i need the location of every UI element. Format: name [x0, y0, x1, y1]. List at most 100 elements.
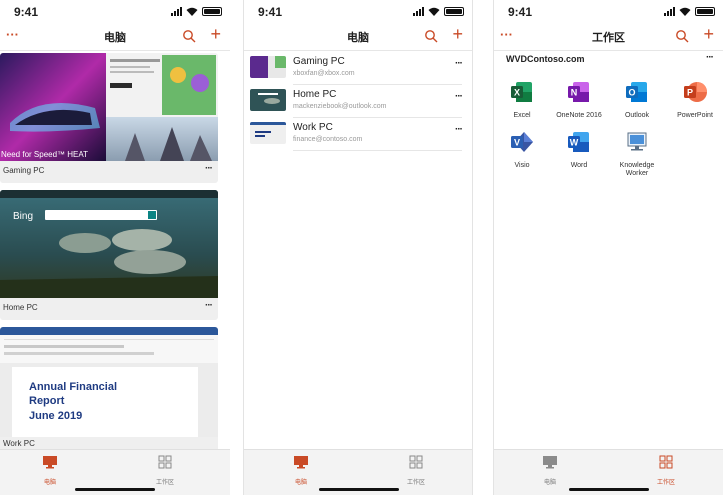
monitor-icon — [43, 456, 57, 469]
divider — [244, 50, 472, 51]
tab-pc[interactable]: 电脑 — [271, 455, 331, 486]
search-icon[interactable] — [675, 29, 689, 43]
pc-name: Gaming PC — [293, 56, 345, 67]
signal-icon — [664, 7, 675, 16]
app-label: PowerPoint — [677, 112, 713, 119]
app-powerpoint[interactable]: P PowerPoint — [667, 80, 723, 120]
tab-workspace[interactable]: 工作区 — [386, 455, 446, 486]
pc-card-gaming[interactable]: Need for Speed™ HEAT Gaming PC ··· — [0, 53, 218, 183]
tab-pc[interactable]: 电脑 — [20, 455, 80, 486]
tab-label: 电脑 — [43, 480, 56, 486]
status-bar: 9:41 — [244, 0, 472, 24]
pc-card-work[interactable]: Annual Financial Report June 2019 Work P… — [0, 327, 218, 453]
work-mini-thumbnail — [250, 122, 286, 144]
tab-label: 工作区 — [155, 480, 174, 486]
svg-text:W: W — [570, 138, 579, 148]
pc-name: Work PC — [293, 122, 333, 133]
card-caption: Home PC ··· — [0, 298, 218, 320]
add-button[interactable]: + — [452, 25, 463, 43]
phone-workspace: 9:41 ··· 工作区 + WVDContoso.com ··· X Exce… — [493, 0, 723, 495]
wifi-icon — [186, 7, 198, 16]
status-time: 9:41 — [258, 5, 283, 19]
status-bar: 9:41 — [0, 0, 230, 24]
nav-bar: ··· 工作区 + — [494, 24, 723, 50]
tab-workspace[interactable]: 工作区 — [636, 455, 696, 486]
divider — [494, 50, 723, 51]
add-button[interactable]: + — [703, 25, 714, 43]
doc-heading-line-1: Annual Financial — [29, 381, 117, 393]
home-indicator — [319, 488, 399, 491]
app-word[interactable]: W Word — [551, 130, 607, 170]
gaming-mini-thumbnail — [250, 56, 286, 78]
powerpoint-icon: P — [684, 82, 707, 102]
app-excel[interactable]: X Excel — [494, 80, 550, 120]
divider — [0, 50, 230, 51]
card-more-button[interactable]: ··· — [205, 163, 213, 174]
svg-text:P: P — [687, 88, 693, 98]
pc-card-home[interactable]: Bing Home PC ··· — [0, 190, 218, 320]
app-label: Excel — [513, 112, 531, 119]
row-divider — [293, 150, 462, 151]
visio-icon: V — [511, 132, 533, 152]
desktop-icon — [627, 132, 647, 151]
app-visio[interactable]: V Visio — [494, 130, 550, 170]
row-more-button[interactable]: ··· — [455, 124, 463, 135]
tab-bar: 电脑 工作区 — [0, 449, 230, 495]
tab-label: 工作区 — [406, 480, 425, 486]
tab-bar: 电脑 工作区 — [244, 449, 472, 495]
app-outlook[interactable]: O Outlook — [609, 80, 665, 120]
app-label: Outlook — [624, 112, 650, 119]
wifi-icon — [679, 7, 691, 16]
monitor-icon — [543, 456, 557, 469]
tab-label: 工作区 — [656, 480, 675, 486]
apps-grid-icon — [158, 455, 172, 469]
card-label: Gaming PC — [3, 166, 45, 175]
search-icon[interactable] — [424, 29, 438, 43]
word-icon: W — [568, 132, 589, 152]
row-more-button[interactable]: ··· — [455, 58, 463, 69]
card-caption: Gaming PC ··· — [0, 161, 218, 183]
home-indicator — [75, 488, 155, 491]
app-onenote[interactable]: N OneNote 2016 — [551, 80, 607, 120]
list-item-gaming[interactable]: Gaming PC xboxfan@xbox.com ··· — [250, 52, 463, 85]
signal-icon — [171, 7, 182, 16]
status-icons — [664, 7, 715, 16]
list-item-home[interactable]: Home PC mackenziebook@outlook.com ··· — [250, 85, 463, 118]
tab-pc[interactable]: 电脑 — [520, 455, 580, 486]
onenote-icon: N — [568, 82, 589, 102]
status-bar: 9:41 — [494, 0, 723, 24]
workspace-name: WVDContoso.com — [506, 54, 585, 64]
search-icon[interactable] — [182, 29, 196, 43]
svg-text:V: V — [514, 138, 520, 148]
status-icons — [171, 7, 222, 16]
list-item-work[interactable]: Work PC finance@contoso.com ··· — [250, 118, 463, 151]
bing-logo-text: Bing — [13, 211, 33, 222]
pc-email: mackenziebook@outlook.com — [293, 103, 387, 110]
tab-bar: 电脑 工作区 — [494, 449, 723, 495]
home-mini-thumbnail — [250, 89, 286, 111]
battery-icon — [444, 7, 464, 16]
phone-pc-list: 9:41 电脑 + Gaming PC xboxfan@xbox.com ···… — [243, 0, 473, 495]
row-more-button[interactable]: ··· — [455, 91, 463, 102]
battery-icon — [202, 7, 222, 16]
add-button[interactable]: + — [210, 25, 221, 43]
home-thumbnail: Bing — [0, 190, 218, 298]
status-time: 9:41 — [14, 5, 39, 19]
workspace-more-button[interactable]: ··· — [706, 52, 714, 63]
app-label: OneNote 2016 — [556, 112, 602, 119]
wifi-icon — [428, 7, 440, 16]
tab-workspace[interactable]: 工作区 — [135, 455, 195, 486]
card-more-button[interactable]: ··· — [205, 300, 213, 311]
nav-bar: 电脑 + — [244, 24, 472, 50]
apps-grid-icon — [409, 455, 423, 469]
home-indicator — [569, 488, 649, 491]
app-label: Visio — [514, 162, 530, 169]
card-label: Work PC — [3, 439, 35, 448]
signal-icon — [413, 7, 424, 16]
gaming-overlay-text: Need for Speed™ HEAT — [1, 150, 88, 159]
app-knowledge-worker[interactable]: Knowledge Worker — [609, 130, 665, 178]
tab-label: 电脑 — [543, 480, 556, 486]
pc-email: xboxfan@xbox.com — [293, 70, 355, 77]
svg-text:N: N — [571, 88, 578, 98]
gaming-thumbnail: Need for Speed™ HEAT — [0, 53, 218, 161]
